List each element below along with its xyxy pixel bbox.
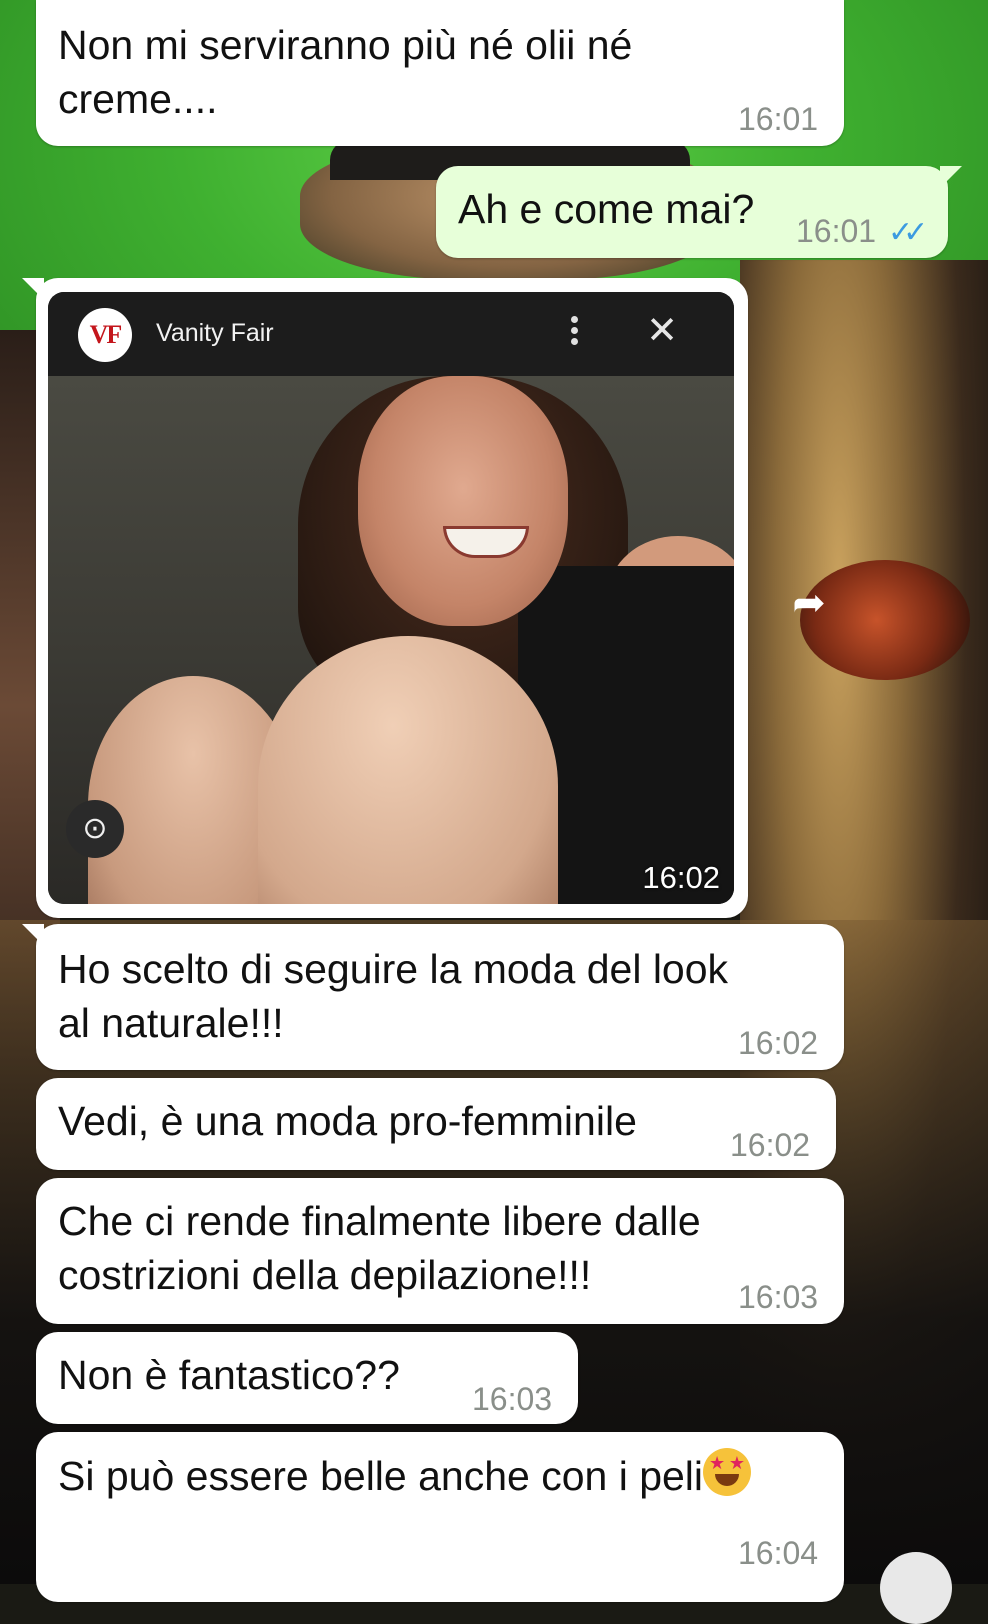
- shared-screenshot[interactable]: VF Vanity Fair ✕ ⊙ 16:02: [48, 292, 734, 904]
- message-bubble-outgoing[interactable]: Ah e come mai? 16:01 ✓✓: [436, 166, 962, 258]
- message-timestamp: 16:03: [472, 1381, 553, 1417]
- message-text-line: creme....: [58, 76, 218, 122]
- image-message-bubble[interactable]: VF Vanity Fair ✕ ⊙ 16:02: [22, 278, 748, 918]
- message-text-line: al naturale!!!: [58, 1000, 284, 1046]
- card-photo[interactable]: ⊙ 16:02: [48, 376, 734, 904]
- message-text: Vedi, è una moda pro-femminile: [58, 1098, 637, 1144]
- message-text: Ah e come mai?: [458, 186, 755, 232]
- message-bubble-incoming[interactable]: Non mi serviranno più né olii né creme..…: [36, 0, 844, 146]
- message-text-line: costrizioni della depilazione!!!: [58, 1252, 592, 1298]
- star-struck-emoji-icon: [703, 1448, 752, 1496]
- close-icon[interactable]: ✕: [642, 308, 682, 354]
- lens-icon[interactable]: ⊙: [66, 800, 124, 858]
- message-bubble-incoming[interactable]: Vedi, è una moda pro-femminile 16:02: [36, 1078, 836, 1170]
- card-header: VF Vanity Fair ✕: [48, 292, 734, 376]
- message-text: Ho scelto di seguire la moda del look al…: [58, 942, 728, 1050]
- more-vert-icon[interactable]: [564, 312, 584, 356]
- message-bubble-incoming[interactable]: Ho scelto di seguire la moda del look al…: [22, 924, 844, 1070]
- message-timestamp: 16:02: [738, 1025, 819, 1061]
- image-timestamp: 16:02: [642, 860, 720, 895]
- message-bubble-incoming[interactable]: Si può essere belle anche con i peli 16:…: [36, 1432, 844, 1602]
- message-text: Che ci rende finalmente libere dalle cos…: [58, 1194, 701, 1302]
- message-text-line: Che ci rende finalmente libere dalle: [58, 1198, 701, 1244]
- message-timestamp: 16:01: [796, 213, 877, 249]
- message-timestamp: 16:03: [738, 1279, 819, 1315]
- message-timestamp: 16:04: [738, 1535, 819, 1571]
- photo-face: [358, 376, 568, 626]
- message-text-line: Si può essere belle anche con i peli: [58, 1453, 704, 1499]
- message-text-line: Non mi serviranno più né olii né: [58, 22, 633, 68]
- vanity-fair-logo: VF: [78, 308, 132, 362]
- message-bubble-incoming[interactable]: Non è fantastico?? 16:03: [36, 1332, 578, 1424]
- card-source-name: Vanity Fair: [156, 319, 274, 347]
- message-bubble-incoming[interactable]: Che ci rende finalmente libere dalle cos…: [36, 1178, 844, 1324]
- message-text: Si può essere belle anche con i peli: [58, 1448, 752, 1503]
- message-text: Non è fantastico??: [58, 1352, 400, 1398]
- double-check-icon: ✓✓: [888, 216, 928, 249]
- scroll-to-bottom-button[interactable]: [880, 1552, 952, 1624]
- message-text-line: Ho scelto di seguire la moda del look: [58, 946, 729, 992]
- forward-icon[interactable]: ➦: [782, 576, 836, 630]
- message-timestamp: 16:01: [738, 101, 819, 137]
- message-timestamp: 16:02: [730, 1127, 811, 1163]
- message-text: Non mi serviranno più né olii né creme..…: [58, 18, 632, 126]
